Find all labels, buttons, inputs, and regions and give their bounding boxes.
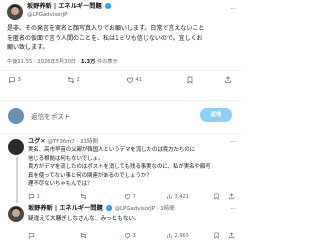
retweet-icon: [80, 193, 87, 200]
like-button[interactable]: 3: [124, 231, 136, 241]
reply-author-name[interactable]: 坂野养新 | エネルギー問題: [28, 205, 103, 212]
reply-author-avatar[interactable]: [8, 139, 24, 155]
reply-icon: [9, 76, 15, 83]
retweet-button[interactable]: 2: [67, 75, 80, 85]
views-icon: [167, 233, 172, 238]
divider: [0, 70, 242, 71]
verified-badge-icon: ✓: [104, 3, 111, 9]
reply-input[interactable]: 返信をポスト: [31, 111, 71, 121]
reply-actions: 3 2,965: [0, 231, 242, 241]
reply-author-handle[interactable]: @LPGadvisorJP: [115, 206, 155, 212]
retweet-icon: [67, 76, 75, 83]
like-button[interactable]: 41: [126, 75, 142, 85]
more-options-icon[interactable]: ···: [230, 6, 236, 13]
like-button[interactable]: 7: [124, 192, 136, 202]
author-handle[interactable]: @LPGadvisorJP: [27, 11, 67, 19]
reply-icon: [28, 194, 35, 200]
reply-submit-button[interactable]: 返信: [200, 108, 232, 122]
views-count: 1.3万: [80, 59, 96, 65]
author-name[interactable]: 坂野养新 | エネルギー問題: [27, 3, 102, 10]
heart-icon: [124, 233, 131, 239]
reply-button[interactable]: 1: [28, 192, 40, 202]
retweet-button[interactable]: [80, 231, 87, 241]
bookmark-icon: [187, 76, 193, 84]
share-icon: [229, 232, 234, 239]
bookmark-button[interactable]: [213, 192, 220, 202]
bookmark-button[interactable]: [186, 75, 194, 85]
share-button[interactable]: [228, 192, 235, 202]
reply-author-name[interactable]: ユグ✕: [28, 138, 46, 145]
reply-actions: 1 7 3,421: [0, 192, 242, 202]
views-icon: [167, 194, 172, 199]
reply-timestamp[interactable]: · 21時間: [77, 139, 98, 145]
more-options-icon[interactable]: ···: [230, 139, 236, 146]
author-avatar[interactable]: [7, 4, 23, 20]
heart-icon: [124, 194, 131, 200]
views-button[interactable]: 3,421: [166, 192, 189, 202]
bookmark-icon: [214, 232, 219, 239]
reply-button[interactable]: [28, 231, 35, 241]
verified-badge-icon: ✓: [105, 205, 112, 211]
reply-text: 実名、高市早苗の父親が韓国人というデマを流したのは貴方たちのに 信じる根拠は何も…: [28, 147, 211, 188]
share-button[interactable]: [224, 75, 232, 85]
post-text: 是非、その発言を実名と顔写真入りでお願いします。日常で言えないこと を匿名の仮面…: [7, 25, 205, 51]
bookmark-button[interactable]: [213, 231, 220, 241]
bookmark-icon: [214, 193, 219, 200]
reply-icon: [28, 233, 35, 239]
share-button[interactable]: [228, 231, 235, 241]
heart-icon: [127, 77, 133, 83]
reply-post[interactable]: 坂野养新 | エネルギー問題 ✓ @LPGadvisorJP · 1時間 ···…: [0, 203, 242, 250]
post-timestamp[interactable]: 午後11:55 · 2026年5月30日: [7, 59, 76, 65]
share-icon: [225, 76, 231, 83]
reply-button[interactable]: 3: [8, 75, 21, 85]
share-icon: [229, 193, 234, 200]
post-meta: 午後11:55 · 2026年5月30日 · 1.3万 件の表示: [7, 59, 118, 65]
user-avatar: [8, 108, 24, 124]
retweet-button[interactable]: [80, 192, 87, 202]
reply-post[interactable]: ユグ✕ @TF36m7 · 21時間 ··· 実名、高市早苗の父親が韓国人という…: [0, 134, 242, 203]
reply-timestamp[interactable]: · 1時間: [157, 206, 175, 212]
more-options-icon[interactable]: ···: [230, 206, 236, 213]
post-actions: 3 2 41: [0, 75, 242, 85]
reply-author-avatar[interactable]: [8, 206, 24, 222]
retweet-icon: [80, 232, 87, 239]
main-post: 坂野养新 | エネルギー問題 ✓ @LPGadvisorJP ··· 是非、その…: [0, 0, 242, 100]
reply-text: 疑違えて大騒ぎしなさんな、みっともない。: [28, 216, 140, 222]
reply-author-handle[interactable]: @TF36m7: [48, 139, 75, 145]
views-button[interactable]: 2,965: [166, 231, 189, 241]
reply-composer: 返信をポスト 返信: [0, 101, 242, 131]
